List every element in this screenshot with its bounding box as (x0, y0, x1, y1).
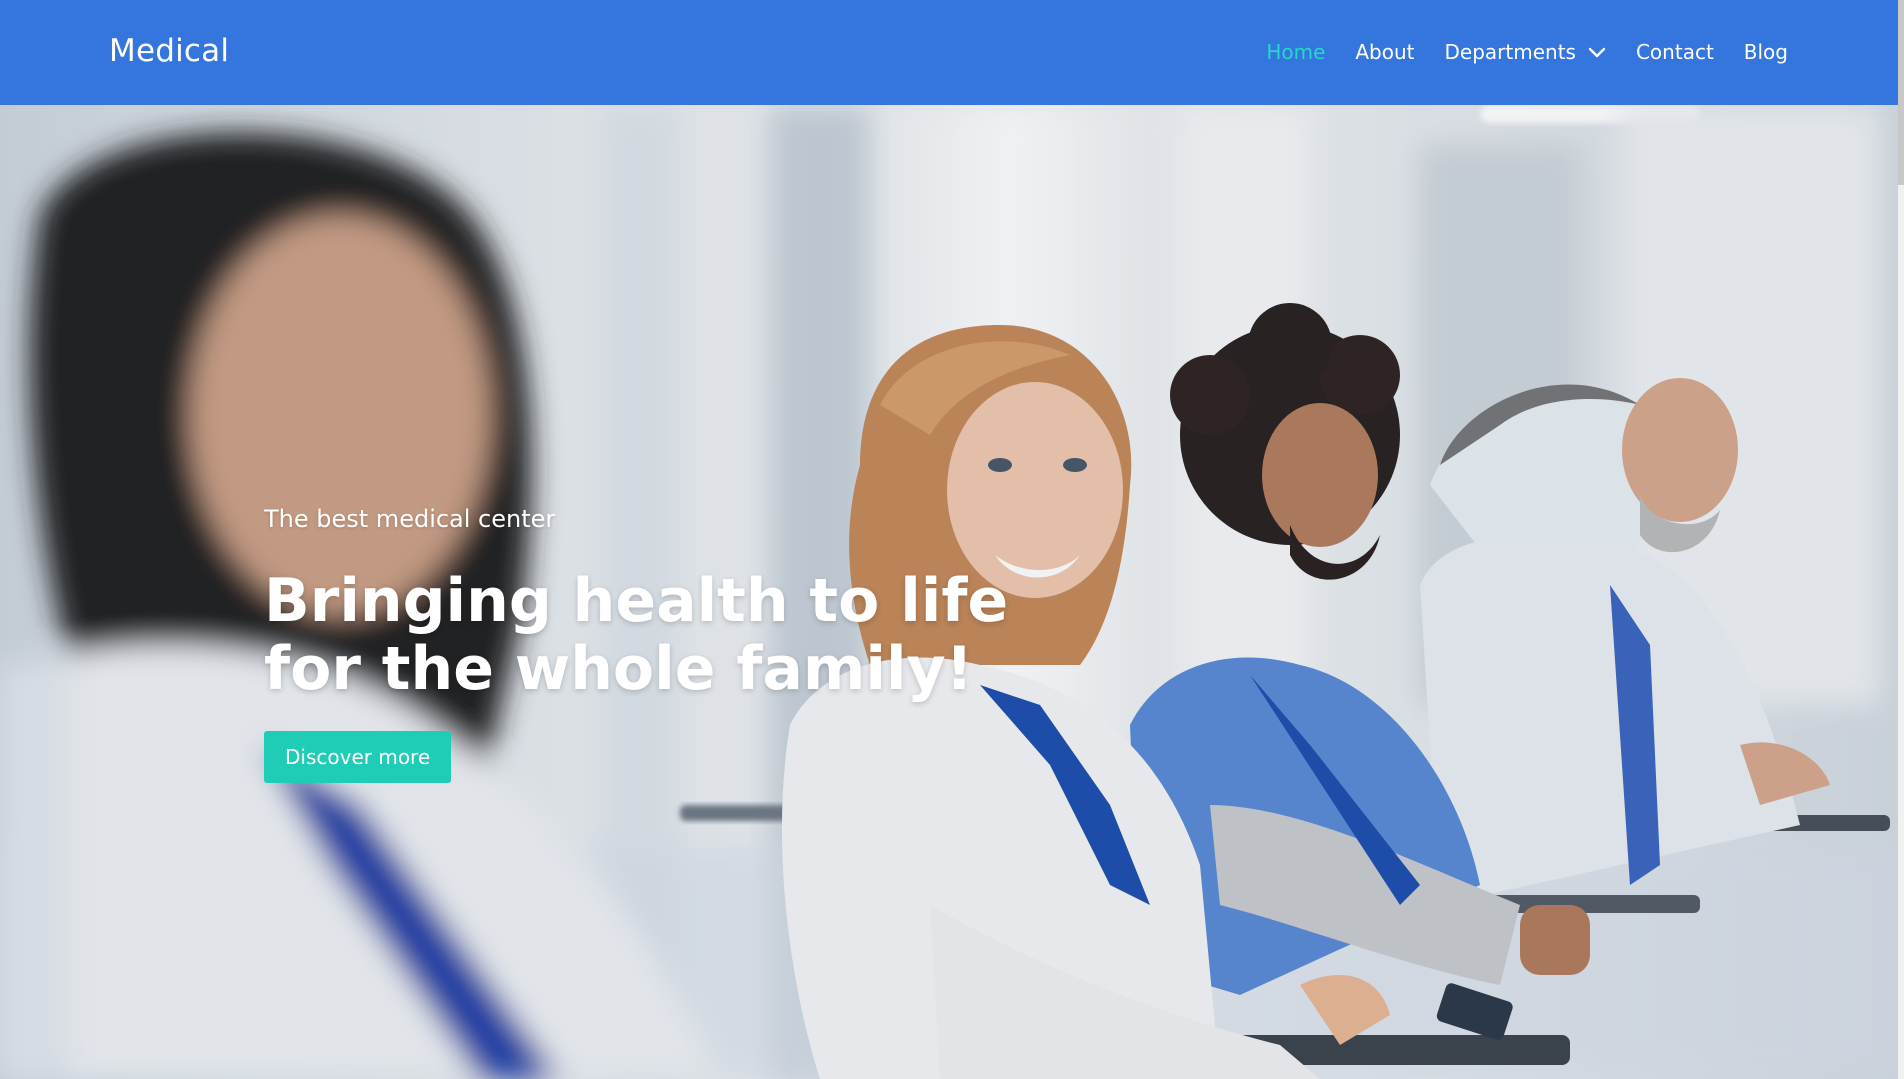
hero-title-line-1: Bringing health to life (264, 566, 1009, 636)
brand-logo[interactable]: Medical (109, 33, 229, 69)
hero-content: The best medical center Bringing health … (264, 505, 1024, 783)
discover-more-button[interactable]: Discover more (264, 731, 452, 783)
chevron-down-icon[interactable] (1588, 46, 1606, 58)
nav-item-contact[interactable]: Contact (1636, 40, 1714, 64)
hero-section: The best medical center Bringing health … (0, 105, 1898, 1079)
nav-item-about[interactable]: About (1355, 40, 1414, 64)
page-scrollbar[interactable] (1898, 0, 1904, 1079)
nav-item-departments-label: Departments (1444, 40, 1576, 64)
nav-item-departments[interactable]: Departments (1445, 40, 1606, 64)
main-nav: Home About Departments Contact Blog (1266, 40, 1788, 64)
nav-item-home[interactable]: Home (1266, 40, 1325, 64)
nav-item-blog[interactable]: Blog (1744, 40, 1788, 64)
scrollbar-thumb[interactable] (1898, 0, 1904, 185)
hero-title-line-2: for the whole family! (264, 634, 974, 704)
hero-title: Bringing health to life for the whole fa… (264, 567, 1024, 703)
page: Medical Home About Departments Contact B… (0, 0, 1904, 1079)
navbar: Medical Home About Departments Contact B… (0, 0, 1898, 105)
hero-kicker: The best medical center (264, 505, 556, 533)
